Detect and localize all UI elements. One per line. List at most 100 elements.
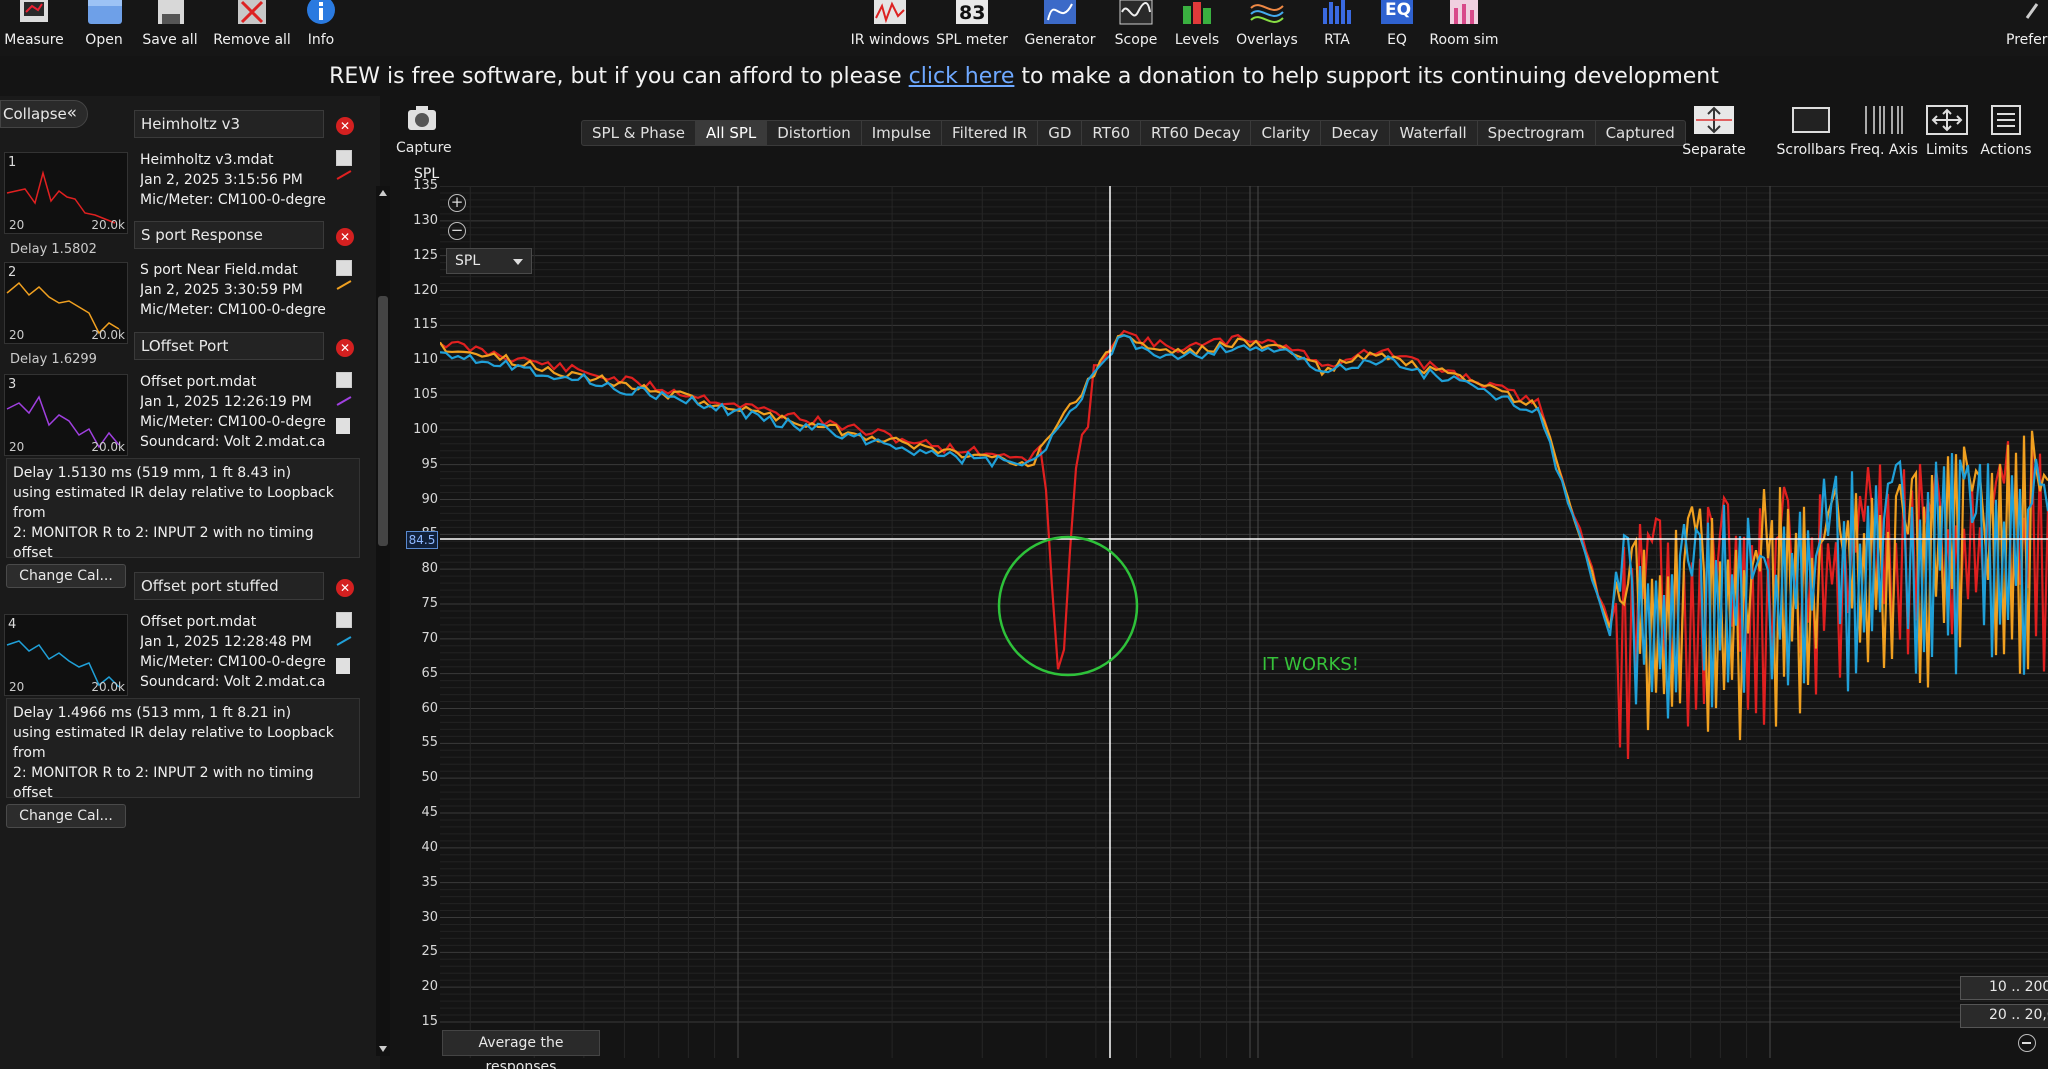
generator-button[interactable]: Generator — [1024, 0, 1096, 52]
measurement-name[interactable]: S port Response — [134, 221, 324, 249]
info-button[interactable]: Info — [300, 0, 342, 52]
y-tick-label: 55 — [421, 735, 438, 751]
close-icon[interactable]: ✕ — [336, 117, 354, 135]
camera-icon — [408, 106, 436, 130]
measurement-icons — [336, 260, 356, 290]
y-tick-label: 105 — [413, 387, 438, 402]
y-tick-label: 90 — [421, 491, 438, 507]
generator-icon — [1044, 0, 1076, 24]
tab-clarity[interactable]: Clarity — [1251, 121, 1322, 145]
delay-info: Delay 1.5130 ms (519 mm, 1 ft 8.43 in) u… — [6, 458, 360, 561]
actions-icon — [1991, 105, 2021, 135]
spl-dropdown[interactable]: SPL — [446, 248, 532, 274]
overlays-button[interactable]: Overlays — [1236, 0, 1298, 52]
tab-distortion[interactable]: Distortion — [767, 121, 862, 145]
tab-captured[interactable]: Captured — [1596, 121, 1685, 145]
preferences-button[interactable]: Prefer — [2006, 0, 2048, 52]
y-tick-label: 70 — [421, 630, 438, 646]
save-icon — [158, 0, 184, 24]
file-icon[interactable] — [336, 658, 350, 674]
range-10-200-button[interactable]: 10 .. 200 — [1960, 976, 2048, 1000]
measure-button[interactable]: Measure — [4, 0, 64, 52]
scrollbars-button[interactable]: Scrollbars — [1777, 104, 1845, 162]
y-tick-label: 115 — [413, 317, 438, 333]
rta-button[interactable]: RTA — [1316, 0, 1358, 52]
tab-rt60[interactable]: RT60 — [1082, 121, 1141, 145]
eq-button[interactable]: EQ EQ — [1376, 0, 1418, 52]
y-tick-label: 25 — [421, 944, 438, 960]
scope-button[interactable]: Scope — [1110, 0, 1162, 52]
file-icon[interactable] — [336, 418, 350, 434]
tab-decay[interactable]: Decay — [1321, 121, 1390, 145]
ir-windows-button[interactable]: IR windows — [851, 0, 929, 52]
measurement-icons — [336, 612, 356, 674]
freq-axis-icon — [1865, 106, 1903, 134]
graph-tabs: SPL & Phase All SPL Distortion Impulse Filte… — [581, 120, 1686, 146]
microphone-icon — [20, 0, 48, 22]
measurement-name[interactable]: Offset port stuffed — [134, 572, 324, 600]
tab-all-spl[interactable]: All SPL — [695, 121, 768, 145]
tab-spectrogram[interactable]: Spectrogram — [1478, 121, 1596, 145]
tab-gd[interactable]: GD — [1038, 121, 1083, 145]
levels-button[interactable]: Levels — [1172, 0, 1222, 52]
tab-filtered-ir[interactable]: Filtered IR — [942, 121, 1039, 145]
remove-all-button[interactable]: Remove all — [212, 0, 292, 52]
spl-graph[interactable] — [440, 186, 2048, 1058]
y-tick-label: 135 — [413, 178, 438, 193]
edit-icon[interactable] — [336, 260, 352, 276]
rta-icon — [1323, 0, 1351, 24]
collapse-button[interactable]: Collapse « — [0, 100, 88, 128]
measurement-thumbnail[interactable]: 4 20 20.0k — [4, 614, 128, 696]
zoom-out-icon[interactable]: − — [448, 222, 466, 240]
measurement-thumbnail[interactable]: 2 20 20.0k — [4, 262, 128, 344]
edit-icon[interactable] — [336, 150, 352, 166]
folder-icon — [88, 0, 122, 24]
line-color-icon[interactable] — [336, 636, 352, 646]
y-tick-label: 20 — [421, 979, 438, 995]
panel-scrollbar[interactable] — [376, 186, 390, 1056]
measurement-name[interactable]: LOffset Port — [134, 332, 324, 360]
spl-meter-button[interactable]: 83 SPL meter — [936, 0, 1008, 52]
tab-waterfall[interactable]: Waterfall — [1390, 121, 1478, 145]
line-color-icon[interactable] — [336, 396, 352, 406]
save-all-button[interactable]: Save all — [142, 0, 198, 52]
overlays-icon — [1250, 4, 1284, 23]
change-cal-button[interactable]: Change Cal... — [6, 804, 126, 828]
room-sim-button[interactable]: Room sim — [1426, 0, 1502, 52]
y-tick-label: 40 — [421, 839, 438, 855]
scroll-up-icon[interactable] — [379, 190, 387, 196]
change-cal-button[interactable]: Change Cal... — [6, 564, 126, 588]
tab-spl-phase[interactable]: SPL & Phase — [582, 121, 696, 145]
measurement-name[interactable]: Heimholtz v3 — [134, 110, 324, 138]
range-20-20000-button[interactable]: 20 .. 20,000 — [1960, 1004, 2048, 1028]
limits-button[interactable]: Limits — [1924, 104, 1970, 162]
freq-axis-button[interactable]: Freq. Axis — [1850, 104, 1918, 162]
close-icon[interactable]: ✕ — [336, 579, 354, 597]
open-button[interactable]: Open — [78, 0, 130, 52]
separate-button[interactable]: Separate — [1682, 104, 1746, 162]
measurement-icons — [336, 150, 356, 180]
scroll-thumb[interactable] — [378, 296, 388, 546]
capture-button[interactable]: Capture — [396, 104, 452, 160]
tab-impulse[interactable]: Impulse — [862, 121, 943, 145]
average-responses-button[interactable]: Average the responses — [442, 1030, 600, 1069]
edit-icon[interactable] — [336, 612, 352, 628]
y-tick-label: 75 — [421, 596, 438, 611]
zoom-in-icon[interactable]: + — [448, 194, 466, 212]
measurement-icons — [336, 372, 356, 434]
y-tick-label: 15 — [421, 1014, 438, 1029]
actions-button[interactable]: Actions — [1980, 104, 2032, 162]
close-icon[interactable]: ✕ — [336, 339, 354, 357]
zoom-minus-icon[interactable] — [2018, 1034, 2036, 1052]
tab-rt60-decay[interactable]: RT60 Decay — [1141, 121, 1252, 145]
chevron-down-icon — [513, 259, 523, 265]
measurement-thumbnail[interactable]: 1 20 20.0k — [4, 152, 128, 234]
measurement-thumbnail[interactable]: 3 20 20.0k — [4, 374, 128, 456]
scroll-down-icon[interactable] — [379, 1046, 387, 1052]
measurement-details: Heimholtz v3.mdat Jan 2, 2025 3:15:56 PM… — [140, 152, 326, 208]
close-icon[interactable]: ✕ — [336, 228, 354, 246]
limits-icon — [1926, 105, 1968, 135]
edit-icon[interactable] — [336, 372, 352, 388]
y-tick-label: 80 — [421, 561, 438, 577]
donation-link[interactable]: click here — [909, 64, 1015, 89]
